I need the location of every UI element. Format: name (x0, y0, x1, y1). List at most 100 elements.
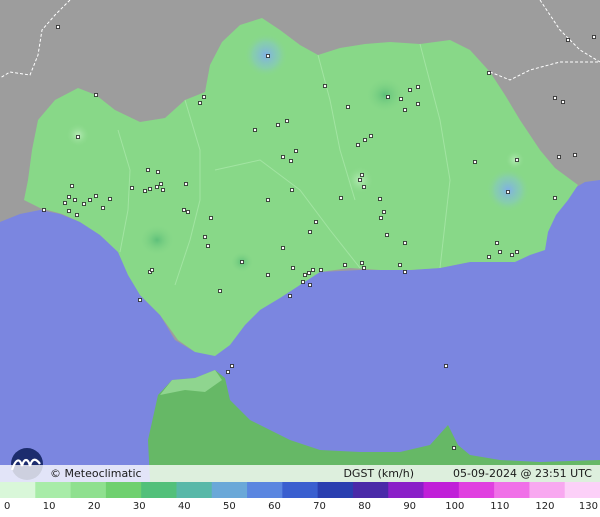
station-marker[interactable] (130, 186, 134, 190)
station-marker[interactable] (294, 149, 298, 153)
station-marker[interactable] (76, 135, 80, 139)
station-marker[interactable] (487, 71, 491, 75)
station-marker[interactable] (403, 241, 407, 245)
station-marker[interactable] (360, 261, 364, 265)
station-marker[interactable] (515, 158, 519, 162)
station-marker[interactable] (314, 220, 318, 224)
station-marker[interactable] (88, 198, 92, 202)
station-marker[interactable] (308, 283, 312, 287)
station-marker[interactable] (553, 196, 557, 200)
station-marker[interactable] (399, 97, 403, 101)
station-marker[interactable] (94, 93, 98, 97)
station-marker[interactable] (561, 100, 565, 104)
station-marker[interactable] (67, 209, 71, 213)
station-marker[interactable] (209, 216, 213, 220)
station-marker[interactable] (226, 370, 230, 374)
station-marker[interactable] (289, 159, 293, 163)
station-marker[interactable] (146, 168, 150, 172)
map-canvas[interactable] (0, 0, 600, 517)
station-marker[interactable] (369, 134, 373, 138)
station-marker[interactable] (386, 95, 390, 99)
station-marker[interactable] (303, 273, 307, 277)
station-marker[interactable] (75, 213, 79, 217)
station-marker[interactable] (42, 208, 46, 212)
station-marker[interactable] (416, 102, 420, 106)
station-marker[interactable] (73, 198, 77, 202)
station-marker[interactable] (291, 266, 295, 270)
station-marker[interactable] (82, 202, 86, 206)
station-marker[interactable] (266, 273, 270, 277)
station-marker[interactable] (307, 271, 311, 275)
station-marker[interactable] (319, 268, 323, 272)
station-marker[interactable] (495, 241, 499, 245)
station-marker[interactable] (276, 123, 280, 127)
station-marker[interactable] (70, 184, 74, 188)
station-marker[interactable] (573, 153, 577, 157)
station-marker[interactable] (385, 233, 389, 237)
station-marker[interactable] (186, 210, 190, 214)
station-marker[interactable] (452, 446, 456, 450)
station-marker[interactable] (281, 155, 285, 159)
station-marker[interactable] (94, 194, 98, 198)
station-marker[interactable] (510, 253, 514, 257)
station-marker[interactable] (382, 210, 386, 214)
station-marker[interactable] (557, 155, 561, 159)
station-marker[interactable] (203, 235, 207, 239)
station-marker[interactable] (266, 54, 270, 58)
station-marker[interactable] (182, 208, 186, 212)
station-marker[interactable] (202, 95, 206, 99)
station-marker[interactable] (553, 96, 557, 100)
station-marker[interactable] (301, 280, 305, 284)
station-marker[interactable] (379, 216, 383, 220)
station-marker[interactable] (323, 84, 327, 88)
station-marker[interactable] (363, 138, 367, 142)
station-marker[interactable] (566, 38, 570, 42)
station-marker[interactable] (218, 289, 222, 293)
station-marker[interactable] (473, 160, 477, 164)
station-marker[interactable] (311, 268, 315, 272)
station-marker[interactable] (506, 190, 510, 194)
station-marker[interactable] (240, 260, 244, 264)
station-marker[interactable] (266, 198, 270, 202)
station-marker[interactable] (143, 189, 147, 193)
station-marker[interactable] (444, 364, 448, 368)
station-marker[interactable] (253, 128, 257, 132)
station-marker[interactable] (206, 244, 210, 248)
station-marker[interactable] (198, 101, 202, 105)
station-marker[interactable] (403, 108, 407, 112)
station-marker[interactable] (159, 182, 163, 186)
station-marker[interactable] (148, 187, 152, 191)
station-marker[interactable] (356, 143, 360, 147)
station-marker[interactable] (362, 266, 366, 270)
station-marker[interactable] (156, 170, 160, 174)
station-marker[interactable] (408, 88, 412, 92)
station-marker[interactable] (63, 201, 67, 205)
station-marker[interactable] (56, 25, 60, 29)
station-marker[interactable] (67, 195, 71, 199)
station-marker[interactable] (288, 294, 292, 298)
station-marker[interactable] (416, 85, 420, 89)
station-marker[interactable] (285, 119, 289, 123)
station-marker[interactable] (515, 250, 519, 254)
station-marker[interactable] (230, 364, 234, 368)
station-marker[interactable] (339, 196, 343, 200)
station-marker[interactable] (343, 263, 347, 267)
station-marker[interactable] (358, 178, 362, 182)
station-marker[interactable] (403, 270, 407, 274)
station-marker[interactable] (487, 255, 491, 259)
station-marker[interactable] (290, 188, 294, 192)
station-marker[interactable] (498, 250, 502, 254)
station-marker[interactable] (150, 268, 154, 272)
station-marker[interactable] (362, 185, 366, 189)
station-marker[interactable] (308, 230, 312, 234)
station-marker[interactable] (101, 206, 105, 210)
station-marker[interactable] (360, 173, 364, 177)
station-marker[interactable] (161, 188, 165, 192)
station-marker[interactable] (108, 197, 112, 201)
station-marker[interactable] (184, 182, 188, 186)
station-marker[interactable] (346, 105, 350, 109)
station-marker[interactable] (155, 185, 159, 189)
station-marker[interactable] (592, 35, 596, 39)
station-marker[interactable] (378, 197, 382, 201)
station-marker[interactable] (138, 298, 142, 302)
